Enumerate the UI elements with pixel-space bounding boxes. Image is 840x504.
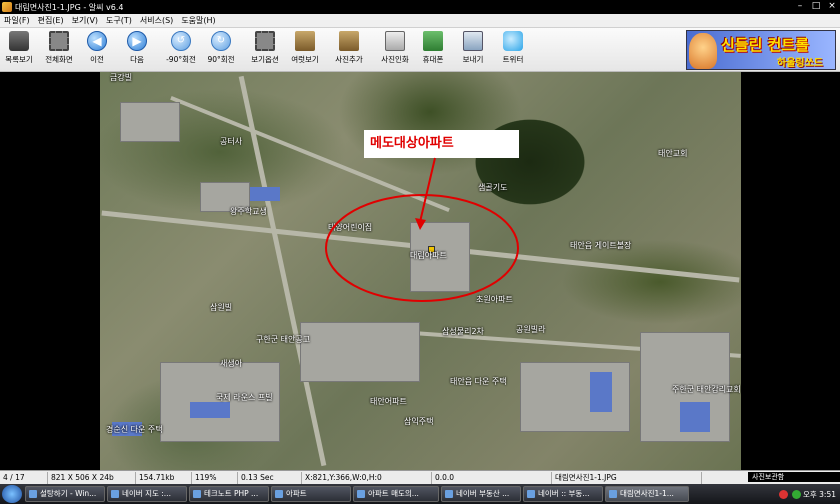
next-button[interactable]: ▶ 다음 (118, 31, 156, 71)
mobile-phone-icon (423, 31, 443, 51)
tooltip: 사진보관함 (748, 472, 840, 482)
zoom-level: 119% (192, 471, 238, 484)
print-photo-icon (385, 31, 405, 51)
view-options-button[interactable]: 보기옵션 (246, 31, 284, 71)
arrow-head-icon (415, 218, 426, 230)
load-time: 0.13 Sec (238, 471, 302, 484)
app-icon (2, 2, 12, 12)
next-icon: ▶ (127, 31, 147, 51)
taskbar-item[interactable]: 설탕하기 - Win... (25, 486, 105, 502)
taskbar-item[interactable]: 아파트 매도의... (353, 486, 439, 502)
annotation-overlay (325, 157, 519, 302)
taskbar-item[interactable]: 네이버 부동산 ... (441, 486, 521, 502)
grid-list-icon (9, 31, 29, 51)
tray-icon[interactable] (791, 489, 801, 499)
taskbar-item[interactable]: 테크노트 PHP ... (189, 486, 269, 502)
menu-file[interactable]: 파일(F) (0, 15, 34, 26)
image-dimensions: 821 X 506 X 24b (48, 471, 136, 484)
file-size: 154.71kb (136, 471, 192, 484)
menu-tools[interactable]: 도구(T) (102, 15, 136, 26)
menu-bar: 파일(F) 편집(E) 보기(V) 도구(T) 서비스(S) 도움말(H) (0, 14, 840, 28)
folder-icon (275, 490, 283, 498)
image-position: 4 / 17 (0, 471, 48, 484)
rotate-right-icon: ↻ (211, 31, 231, 51)
ad-banner[interactable]: 신들린 컨트롤 하울링쏘드 (686, 30, 836, 70)
send-button[interactable]: 보내기 (454, 31, 492, 71)
menu-view[interactable]: 보기(V) (68, 15, 102, 26)
multi-view-button[interactable]: 여럿보기 (286, 31, 324, 71)
banner-title: 신들린 컨트롤 (721, 36, 810, 54)
minimize-button[interactable]: – (794, 1, 806, 12)
menu-edit[interactable]: 편집(E) (34, 15, 68, 26)
window-icon (29, 490, 37, 498)
list-view-button[interactable]: 목록보기 (0, 31, 38, 71)
twitter-icon (503, 31, 523, 51)
prev-icon: ◀ (87, 31, 107, 51)
rotate-left-icon: ↺ (171, 31, 191, 51)
tray-icon[interactable] (778, 489, 788, 499)
file-name: 대림면사진1-1.JPG (552, 471, 702, 484)
aerial-photo: 태양어린이집 대림아파트 샘골기도 태안교회 공터사 왕주학교생 삼원빌 태안읍… (100, 72, 741, 470)
fullscreen-icon (49, 31, 69, 51)
fullscreen-button[interactable]: 전체화면 (40, 31, 78, 71)
prev-button[interactable]: ◀ 이전 (78, 31, 116, 71)
window-icon (111, 490, 119, 498)
add-photo-icon (339, 31, 359, 51)
window-title: 대림면사진1-1.JPG - 알씨 v6.4 (15, 2, 124, 12)
rotate-right-button[interactable]: ↻ 90°회전 (202, 31, 240, 71)
game-character-icon (689, 33, 717, 69)
window-icon (193, 490, 201, 498)
status-bar: 4 / 17 821 X 506 X 24b 154.71kb 119% 0.1… (0, 470, 840, 484)
window-icon (609, 490, 617, 498)
view-options-icon (255, 31, 275, 51)
clock[interactable]: 오후 3:51 (803, 489, 836, 500)
start-button[interactable] (2, 485, 22, 503)
system-tray: 오후 3:51 (777, 489, 840, 500)
title-bar: 대림면사진1-1.JPG - 알씨 v6.4 – □ × (0, 0, 840, 14)
mobile-phone-button[interactable]: 휴대폰 (414, 31, 452, 71)
close-button[interactable]: × (826, 1, 838, 12)
callout-arrow (419, 157, 436, 223)
send-icon (463, 31, 483, 51)
pixel-value: 0.0.0 (432, 471, 552, 484)
taskbar-item[interactable]: 아파트 (271, 486, 351, 502)
print-photo-button[interactable]: 사진인화 (376, 31, 414, 71)
twitter-button[interactable]: 트위터 (494, 31, 532, 71)
window-icon (357, 490, 365, 498)
window-icon (527, 490, 535, 498)
window-icon (445, 490, 453, 498)
menu-help[interactable]: 도움말(H) (177, 15, 219, 26)
taskbar: 설탕하기 - Win... 네이버 지도 :... 테크노트 PHP ... 아… (0, 484, 840, 504)
add-photo-button[interactable]: 사진추가 (330, 31, 368, 71)
multi-view-icon (295, 31, 315, 51)
cursor-coords: X:821,Y:366,W:0,H:0 (302, 471, 432, 484)
maximize-button[interactable]: □ (810, 1, 822, 12)
image-viewer[interactable]: 태양어린이집 대림아파트 샘골기도 태안교회 공터사 왕주학교생 삼원빌 태안읍… (0, 72, 840, 470)
menu-service[interactable]: 서비스(S) (136, 15, 177, 26)
taskbar-item[interactable]: 네이버 지도 :... (107, 486, 187, 502)
banner-subtitle: 하울링쏘드 (777, 58, 823, 69)
rotate-left-button[interactable]: ↺ -90°회전 (162, 31, 200, 71)
taskbar-item-active[interactable]: 대림면사진1-1... (605, 486, 689, 502)
taskbar-item[interactable]: 네이버 :: 부동... (523, 486, 603, 502)
